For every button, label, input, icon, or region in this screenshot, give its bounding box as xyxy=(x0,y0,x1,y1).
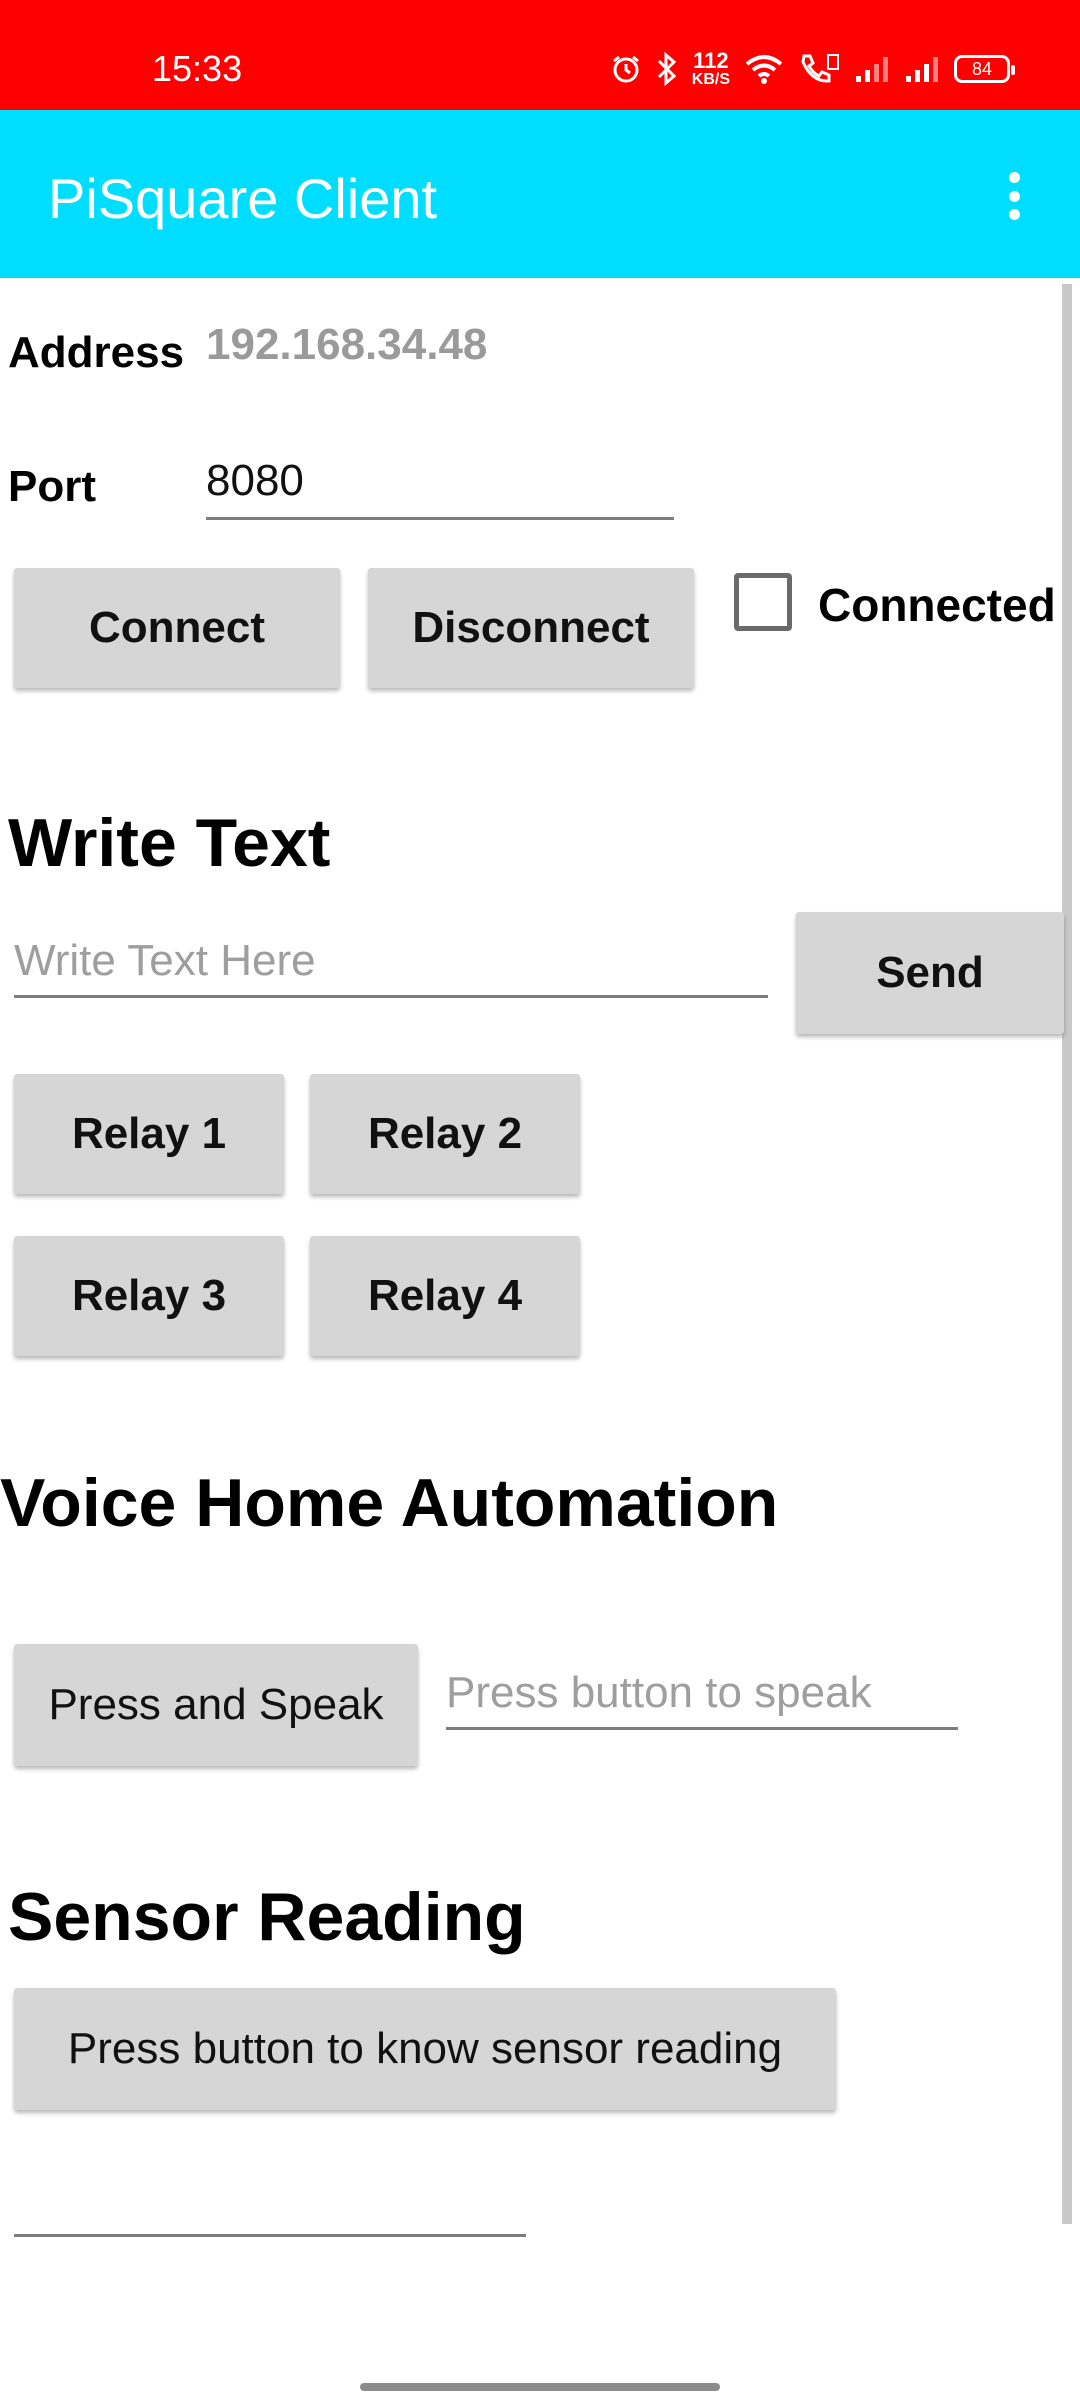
overflow-menu-icon[interactable] xyxy=(996,168,1032,224)
relay-2-button[interactable]: Relay 2 xyxy=(310,1074,580,1194)
wifi-calling-icon xyxy=(801,54,839,83)
send-button[interactable]: Send xyxy=(796,912,1064,1034)
write-text-input[interactable]: Write Text Here xyxy=(14,936,316,986)
sensor-heading: Sensor Reading xyxy=(8,1879,526,1955)
scrollbar[interactable] xyxy=(1062,284,1072,2224)
wifi-icon xyxy=(745,55,783,84)
network-speed: 112 KB/S xyxy=(691,48,730,88)
write-text-input-underline xyxy=(14,995,768,998)
voice-heading: Voice Home Automation xyxy=(0,1465,779,1541)
port-field[interactable]: 8080 xyxy=(206,456,304,506)
press-and-speak-button[interactable]: Press and Speak xyxy=(14,1644,418,1766)
port-label: Port xyxy=(8,462,96,511)
sensor-output-field[interactable] xyxy=(14,2180,526,2228)
app-title: PiSquare Client xyxy=(48,167,438,230)
connected-checkbox[interactable] xyxy=(734,573,792,631)
bluetooth-icon xyxy=(657,52,676,86)
sensor-output-underline xyxy=(14,2234,526,2237)
relay-3-button[interactable]: Relay 3 xyxy=(14,1236,284,1356)
sensor-reading-button[interactable]: Press button to know sensor reading xyxy=(14,1988,836,2110)
relay-1-button[interactable]: Relay 1 xyxy=(14,1074,284,1194)
gesture-nav-handle[interactable] xyxy=(360,2383,720,2391)
status-icons: 112 KB/S 84 xyxy=(610,48,1015,88)
speech-input-underline xyxy=(446,1727,958,1730)
alarm-icon xyxy=(612,55,639,83)
signal-icon xyxy=(856,57,888,82)
speech-input[interactable]: Press button to speak xyxy=(446,1668,872,1718)
address-value: 192.168.34.48 xyxy=(206,320,488,369)
signal-icon xyxy=(906,57,938,82)
write-text-heading: Write Text xyxy=(8,805,331,881)
disconnect-button[interactable]: Disconnect xyxy=(368,568,694,688)
address-label: Address xyxy=(8,328,185,377)
battery-icon: 84 xyxy=(954,55,1015,83)
relay-4-button[interactable]: Relay 4 xyxy=(310,1236,580,1356)
connected-label: Connected xyxy=(818,579,1056,631)
status-time: 15:33 xyxy=(152,48,243,89)
connect-button[interactable]: Connect xyxy=(14,568,340,688)
port-field-underline xyxy=(206,517,674,520)
